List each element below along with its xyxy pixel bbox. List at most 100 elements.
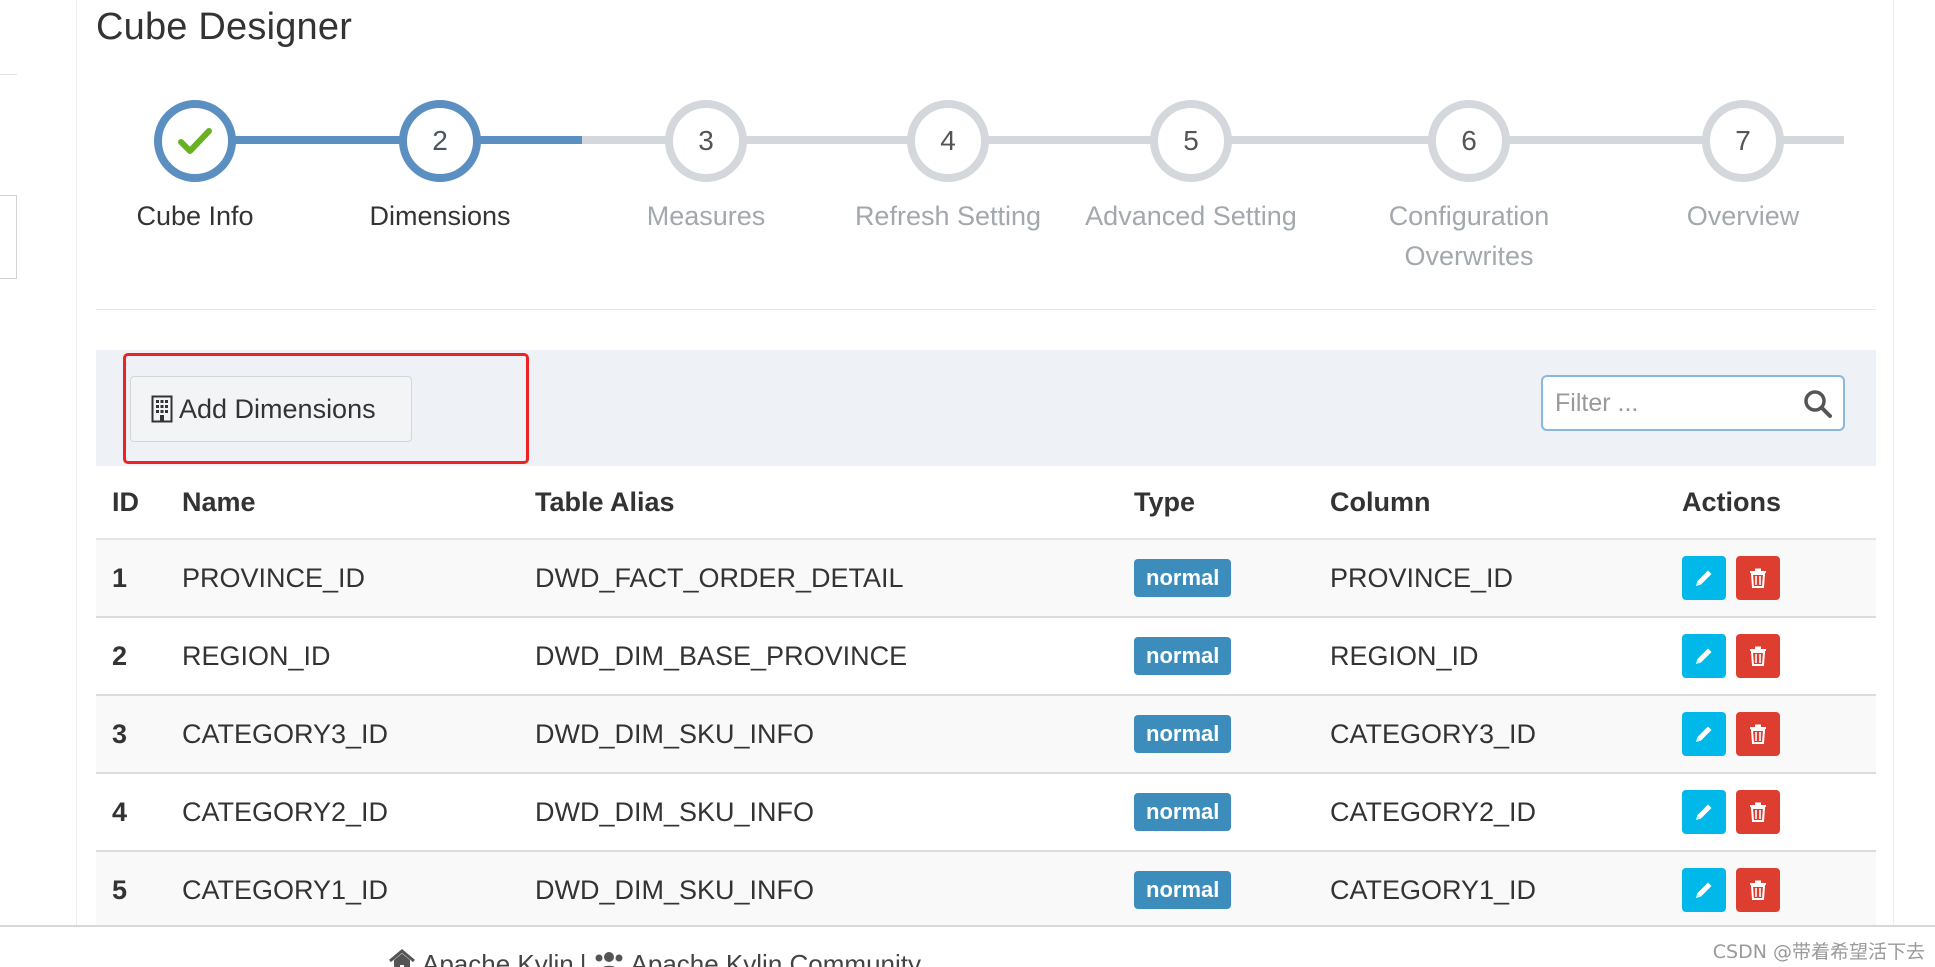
table-row: 3 CATEGORY3_ID DWD_DIM_SKU_INFO normal C… xyxy=(96,696,1876,774)
cell-table-alias: DWD_DIM_SKU_INFO xyxy=(535,718,815,749)
step-label-line: Overwrites xyxy=(1404,241,1534,271)
type-badge: normal xyxy=(1134,637,1232,675)
step-cube-info[interactable]: Cube Info xyxy=(75,96,315,236)
delete-button[interactable] xyxy=(1736,556,1780,600)
step-label: Cube Info xyxy=(136,201,254,231)
trash-icon xyxy=(1750,802,1766,822)
edit-button[interactable] xyxy=(1682,790,1726,834)
cell-id: 5 xyxy=(112,874,128,905)
step-label: Refresh Setting xyxy=(854,201,1042,231)
step-measures[interactable]: 3 Measures xyxy=(586,96,826,236)
step-label: Dimensions xyxy=(369,201,511,231)
type-badge: normal xyxy=(1134,871,1232,909)
building-icon xyxy=(151,395,173,423)
step-label: Advanced Setting xyxy=(1085,201,1297,231)
kylin-community-link[interactable]: Apache Kylin Community xyxy=(631,949,921,967)
search-icon[interactable] xyxy=(1803,389,1833,424)
cell-actions xyxy=(1682,556,1876,600)
type-badge: normal xyxy=(1134,559,1232,597)
step-label: Overview xyxy=(1686,201,1800,231)
step-circle[interactable]: 7 xyxy=(1702,100,1784,182)
cell-name: CATEGORY3_ID xyxy=(182,718,389,749)
apache-kylin-link[interactable]: Apache Kylin xyxy=(422,949,574,967)
home-icon xyxy=(388,949,416,967)
delete-button[interactable] xyxy=(1736,634,1780,678)
cell-column: PROVINCE_ID xyxy=(1330,562,1514,593)
pencil-icon xyxy=(1696,726,1712,742)
cell-type: normal xyxy=(1134,871,1330,909)
add-dimensions-label: Add Dimensions xyxy=(179,393,376,424)
cell-column: REGION_ID xyxy=(1330,640,1479,671)
step-circle[interactable]: 6 xyxy=(1428,100,1510,182)
header-id: ID xyxy=(112,486,139,517)
step-refresh-setting[interactable]: 4 Refresh Setting xyxy=(828,96,1068,236)
footer-bar xyxy=(0,925,1935,967)
step-circle[interactable] xyxy=(154,100,236,182)
users-icon xyxy=(593,949,625,967)
table-row: 4 CATEGORY2_ID DWD_DIM_SKU_INFO normal C… xyxy=(96,774,1876,852)
edit-button[interactable] xyxy=(1682,868,1726,912)
step-configuration-overwrites[interactable]: 6 Configuration Overwrites xyxy=(1349,96,1589,276)
trash-icon xyxy=(1750,568,1766,588)
filter-input[interactable] xyxy=(1543,377,1793,429)
pencil-icon xyxy=(1696,804,1712,820)
edit-button[interactable] xyxy=(1682,634,1726,678)
delete-button[interactable] xyxy=(1736,868,1780,912)
wizard-steps: Cube Info 2 Dimensions 3 Measures 4 Refr… xyxy=(96,96,1876,276)
delete-button[interactable] xyxy=(1736,712,1780,756)
trash-icon xyxy=(1750,646,1766,666)
step-label-line: Configuration xyxy=(1388,201,1550,231)
table-header: ID Name Table Alias Type Column Actions xyxy=(96,466,1876,540)
step-label: Configuration Overwrites xyxy=(1349,196,1589,276)
table-row: 2 REGION_ID DWD_DIM_BASE_PROVINCE normal… xyxy=(96,618,1876,696)
cell-column: CATEGORY2_ID xyxy=(1330,796,1537,827)
cell-table-alias: DWD_DIM_BASE_PROVINCE xyxy=(535,640,908,671)
cell-name: PROVINCE_ID xyxy=(182,562,366,593)
cell-name: CATEGORY1_ID xyxy=(182,874,389,905)
header-table-alias: Table Alias xyxy=(535,486,675,517)
footer-links: Apache Kylin | Apache Kylin Community xyxy=(388,949,921,967)
header-type: Type xyxy=(1134,486,1196,517)
type-badge: normal xyxy=(1134,793,1232,831)
cell-type: normal xyxy=(1134,715,1330,753)
dimensions-toolbar: Add Dimensions xyxy=(96,350,1876,466)
cell-id: 2 xyxy=(112,640,128,671)
step-dimensions[interactable]: 2 Dimensions xyxy=(320,96,560,236)
cell-type: normal xyxy=(1134,793,1330,831)
delete-button[interactable] xyxy=(1736,790,1780,834)
cell-column: CATEGORY1_ID xyxy=(1330,874,1537,905)
page-root: Cube Designer Cube Info 2 Dimensions 3 M… xyxy=(0,0,1935,967)
cell-column: CATEGORY3_ID xyxy=(1330,718,1537,749)
cell-actions xyxy=(1682,868,1876,912)
edit-button[interactable] xyxy=(1682,556,1726,600)
content-border xyxy=(1893,0,1894,925)
check-icon xyxy=(178,127,212,155)
step-label: Measures xyxy=(646,201,766,231)
cell-table-alias: DWD_DIM_SKU_INFO xyxy=(535,796,815,827)
cell-actions xyxy=(1682,790,1876,834)
cell-id: 4 xyxy=(112,796,128,827)
cell-name: CATEGORY2_ID xyxy=(182,796,389,827)
type-badge: normal xyxy=(1134,715,1232,753)
step-circle[interactable]: 5 xyxy=(1150,100,1232,182)
cell-type: normal xyxy=(1134,559,1330,597)
add-dimensions-button[interactable]: Add Dimensions xyxy=(130,376,412,442)
cell-actions xyxy=(1682,712,1876,756)
step-circle[interactable]: 4 xyxy=(907,100,989,182)
step-circle[interactable]: 3 xyxy=(665,100,747,182)
edit-button[interactable] xyxy=(1682,712,1726,756)
step-advanced-setting[interactable]: 5 Advanced Setting xyxy=(1071,96,1311,236)
cell-table-alias: DWD_FACT_ORDER_DETAIL xyxy=(535,562,904,593)
step-overview[interactable]: 7 Overview xyxy=(1623,96,1863,236)
cell-actions xyxy=(1682,634,1876,678)
table-row: 5 CATEGORY1_ID DWD_DIM_SKU_INFO normal C… xyxy=(96,852,1876,930)
pencil-icon xyxy=(1696,648,1712,664)
pencil-icon xyxy=(1696,882,1712,898)
cell-type: normal xyxy=(1134,637,1330,675)
step-circle[interactable]: 2 xyxy=(399,100,481,182)
cell-table-alias: DWD_DIM_SKU_INFO xyxy=(535,874,815,905)
header-name: Name xyxy=(182,486,256,517)
table-row: 1 PROVINCE_ID DWD_FACT_ORDER_DETAIL norm… xyxy=(96,540,1876,618)
section-divider xyxy=(96,309,1876,310)
filter-box xyxy=(1541,375,1845,431)
